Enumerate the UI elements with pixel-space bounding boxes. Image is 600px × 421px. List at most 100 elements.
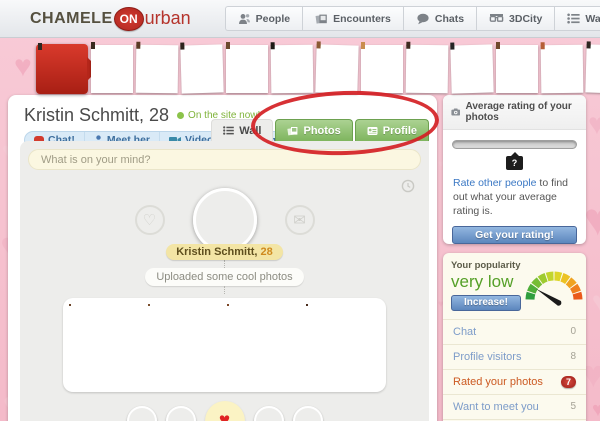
online-dot-icon bbox=[177, 112, 184, 119]
nav-item-3dcity[interactable]: 3DCity bbox=[476, 6, 554, 31]
nav-item-encounters[interactable]: Encounters bbox=[302, 6, 403, 31]
rating-help-text: Rate other people to find out what your … bbox=[443, 170, 586, 221]
counter-value: 5 bbox=[570, 401, 576, 412]
logo-text: CHAMELE bbox=[30, 10, 113, 28]
post-photo[interactable] bbox=[306, 304, 380, 386]
profile-name: Kristin Schmitt, 28 bbox=[24, 105, 169, 126]
tab-wall[interactable]: Wall bbox=[211, 119, 273, 141]
post-photos-card bbox=[63, 298, 386, 392]
member-photo-thumb[interactable] bbox=[406, 45, 449, 94]
member-photo-thumb[interactable] bbox=[315, 44, 358, 93]
sidebar-counters: Chat 0 Profile visitors 8 Rated your photos 7… bbox=[443, 319, 586, 421]
nav-label: 3DCity bbox=[509, 13, 542, 25]
counter-row[interactable]: Profile visitors 8 bbox=[443, 344, 586, 369]
increase-button[interactable]: Increase! bbox=[451, 295, 521, 311]
counter-label[interactable]: Rated your photos bbox=[453, 376, 543, 388]
nav-label: Wall bbox=[585, 13, 600, 25]
liker-avatar[interactable] bbox=[254, 406, 284, 421]
nav-label: People bbox=[256, 13, 290, 25]
member-photo-thumb[interactable] bbox=[541, 45, 584, 94]
wall-post: ♡ ✉ Kristin Schmitt, 28 Uploaded some co… bbox=[28, 188, 421, 421]
site-logo[interactable]: CHAMELEONurban bbox=[30, 7, 191, 31]
member-photo-thumb[interactable] bbox=[226, 45, 268, 93]
page: ♥♥♥♥♥♥♥♥♥♥♥♥♥♥♥♥♥♥ CHAMELEONurban People… bbox=[0, 0, 600, 421]
post-photo[interactable] bbox=[69, 304, 143, 386]
member-photo-thumb[interactable] bbox=[496, 45, 538, 93]
rate-other-people-link[interactable]: Rate other people bbox=[453, 177, 536, 189]
liker-avatar[interactable] bbox=[127, 406, 157, 421]
people-icon bbox=[238, 13, 251, 25]
member-photo-thumb[interactable] bbox=[271, 45, 314, 94]
nav-label: Encounters bbox=[333, 13, 391, 25]
rating-slider[interactable] bbox=[452, 140, 577, 149]
photos-icon bbox=[287, 126, 298, 136]
profile-main-card: Kristin Schmitt, 28 On the site now! Cha… bbox=[8, 95, 437, 421]
tab-photos[interactable]: Photos bbox=[275, 119, 352, 141]
member-photo-thumb[interactable] bbox=[180, 44, 223, 93]
member-photo-thumb[interactable] bbox=[91, 45, 133, 93]
counter-label[interactable]: Profile visitors bbox=[453, 351, 521, 363]
get-your-rating-button[interactable]: Get your rating! bbox=[452, 226, 577, 244]
chats-icon bbox=[416, 13, 430, 25]
counter-badge: 7 bbox=[561, 376, 576, 388]
connector-dots bbox=[224, 286, 225, 294]
post-author-avatar[interactable] bbox=[193, 188, 257, 252]
heart-decoration: ♥ bbox=[592, 400, 600, 420]
nav-item-wall[interactable]: Wall bbox=[554, 6, 600, 31]
popularity-title: Your popularity bbox=[451, 260, 521, 271]
heart-decoration: ♥ bbox=[588, 110, 600, 140]
comment-icon[interactable]: ✉ bbox=[285, 205, 315, 235]
counter-label[interactable]: Chat bbox=[453, 326, 476, 338]
heart-decoration: ♥ bbox=[14, 52, 32, 82]
gauge-needle bbox=[536, 288, 561, 305]
like-heart-icon[interactable]: ♡ bbox=[135, 205, 165, 235]
member-photo-thumb[interactable] bbox=[361, 45, 403, 93]
featured-photo-ribbon[interactable] bbox=[36, 44, 88, 94]
list-icon bbox=[223, 126, 234, 135]
heart-decoration: ♥ bbox=[584, 196, 600, 242]
counter-label[interactable]: Want to meet you bbox=[453, 401, 539, 413]
counter-value: 0 bbox=[570, 326, 576, 337]
post-photo[interactable] bbox=[148, 304, 222, 386]
rating-card-title: Average rating of your photos bbox=[465, 101, 578, 123]
liker-avatar[interactable] bbox=[293, 406, 323, 421]
profile-card-icon bbox=[367, 126, 378, 136]
members-photo-strip: ► bbox=[36, 44, 576, 94]
profile-tabs: Wall Photos Profile bbox=[211, 119, 429, 141]
wall-panel: ♡ ✉ Kristin Schmitt, 28 Uploaded some co… bbox=[20, 141, 429, 421]
camera-icon bbox=[451, 107, 460, 117]
tab-profile[interactable]: Profile bbox=[355, 119, 429, 141]
member-photo-thumb[interactable] bbox=[585, 44, 600, 93]
popularity-level: very low bbox=[451, 272, 521, 292]
nav-label: Chats bbox=[435, 13, 464, 25]
counter-value: 8 bbox=[570, 351, 576, 362]
counter-row[interactable]: Rated your photos 7 bbox=[443, 369, 586, 394]
wall-list-icon bbox=[567, 13, 580, 24]
rating-card: Average rating of your photos ? Rate oth… bbox=[443, 95, 586, 244]
logo-on-badge: ON bbox=[114, 7, 144, 31]
counter-row[interactable]: Chat 0 bbox=[443, 319, 586, 344]
counter-row[interactable]: Want to meet you 5 bbox=[443, 394, 586, 419]
post-author-name[interactable]: Kristin Schmitt, 28 bbox=[166, 244, 283, 260]
logo-text-urban: urban bbox=[145, 8, 191, 29]
connector-dots bbox=[224, 260, 225, 268]
like-heart-button[interactable]: ♥ bbox=[205, 401, 245, 421]
heart-decoration: ♥ bbox=[592, 288, 600, 314]
popularity-gauge bbox=[521, 260, 587, 311]
post-photo[interactable] bbox=[227, 304, 301, 386]
post-caption: Uploaded some cool photos bbox=[145, 268, 303, 286]
popularity-card: Your popularity very low Increase! Chat 0… bbox=[443, 253, 586, 421]
liker-avatar[interactable] bbox=[166, 406, 196, 421]
post-likers-row: ♥ bbox=[127, 401, 323, 421]
rating-tooltip: ? bbox=[506, 156, 523, 170]
member-photo-thumb[interactable] bbox=[450, 44, 493, 93]
encounters-icon bbox=[315, 13, 328, 25]
main-navigation: People Encounters Chats 3DCity Wall bbox=[225, 6, 600, 31]
nav-item-chats[interactable]: Chats bbox=[403, 6, 476, 31]
member-photo-thumb[interactable] bbox=[136, 45, 179, 94]
nav-item-people[interactable]: People bbox=[225, 6, 302, 31]
right-sidebar: Average rating of your photos ? Rate oth… bbox=[443, 95, 586, 421]
3d-glasses-icon bbox=[489, 13, 504, 24]
status-composer-input[interactable] bbox=[28, 149, 421, 170]
top-bar: CHAMELEONurban People Encounters Chats 3… bbox=[0, 0, 600, 38]
